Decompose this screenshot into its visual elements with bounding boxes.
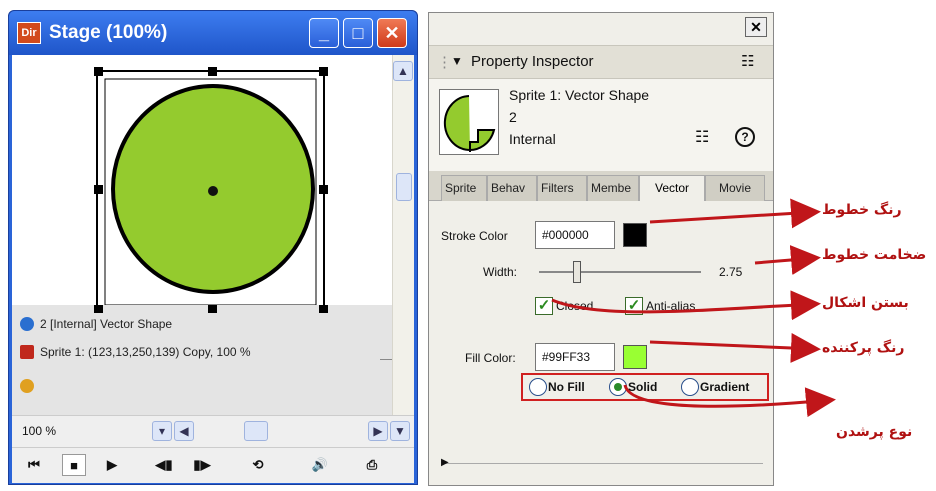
- annotation-fill-type: نوع پرشدن: [836, 424, 913, 440]
- fill-color-arrow: [649, 332, 821, 363]
- stroke-color-arrow: [649, 198, 821, 229]
- annotation-stroke-color: رنگ خطوط: [822, 202, 902, 218]
- annotation-fill-color: رنگ پرکننده: [822, 340, 905, 356]
- fill-type-arrow: [623, 384, 836, 418]
- annotation-closed: بستن اشکال: [822, 295, 909, 311]
- annotation-arrows: [551, 198, 836, 418]
- closed-arrow: [551, 290, 821, 321]
- stroke-width-arrow: [754, 245, 821, 275]
- annotation-stroke-width: ضخامت خطوط: [822, 247, 927, 263]
